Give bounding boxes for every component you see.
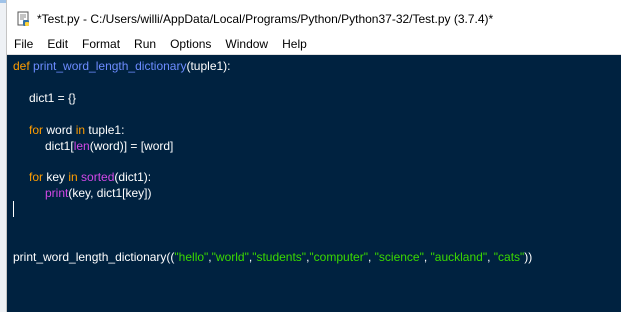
code-text: , <box>423 250 431 264</box>
string-literal: "cats" <box>493 250 525 264</box>
menu-file[interactable]: File <box>7 34 41 54</box>
code-text: key <box>43 170 69 184</box>
code-line-dict-init: dict1 = {} <box>29 90 76 106</box>
menu-window[interactable]: Window <box>219 34 276 54</box>
title-bar[interactable]: *Test.py - C:/Users/willi/AppData/Local/… <box>7 4 621 34</box>
code-text: , <box>367 250 375 264</box>
keyword-for: for <box>29 170 44 184</box>
code-line-for-key: for key in sorted(dict1): <box>29 169 151 185</box>
menu-format[interactable]: Format <box>76 34 128 54</box>
string-literal: "hello" <box>174 250 209 264</box>
builtin-sorted: sorted <box>81 170 115 184</box>
keyword-in: in <box>68 170 78 184</box>
keyword-for: for <box>29 123 44 137</box>
python-idle-icon <box>15 11 31 27</box>
code-text: dict1[ <box>45 139 74 153</box>
code-line-def: def print_word_length_dictionary(tuple1)… <box>13 58 231 74</box>
string-literal: "auckland" <box>430 250 488 264</box>
string-literal: "science" <box>374 250 424 264</box>
code-text: (dict1): <box>114 170 152 184</box>
code-line-print: print(key, dict1[key]) <box>45 185 151 201</box>
code-text: )) <box>524 250 533 264</box>
code-line-call: print_word_length_dictionary(("hello", "w… <box>13 249 532 265</box>
builtin-len: len <box>73 139 90 153</box>
window-title: *Test.py - C:/Users/willi/AppData/Local/… <box>37 12 494 26</box>
keyword-in: in <box>75 123 86 137</box>
code-text: word <box>43 123 76 137</box>
menu-options[interactable]: Options <box>164 34 219 54</box>
menu-run[interactable]: Run <box>128 34 164 54</box>
code-text: , <box>487 250 494 264</box>
keyword-def: def <box>13 59 30 73</box>
code-editor[interactable]: def print_word_length_dictionary(tuple1)… <box>7 55 621 312</box>
menu-edit[interactable]: Edit <box>41 34 76 54</box>
menu-bar: File Edit Format Run Options Window Help <box>7 34 621 55</box>
code-text: (word)] = [word] <box>89 139 174 153</box>
builtin-print: print <box>45 186 69 200</box>
function-name: print_word_length_dictionary <box>33 59 187 73</box>
code-line-dict-assign: dict1[len(word)] = [word] <box>45 138 173 154</box>
string-literal: "computer" <box>309 250 368 264</box>
code-text: (key, dict1[key]) <box>68 186 152 200</box>
code-text: print_word_length_dictionary(( <box>13 250 175 264</box>
code-text: tuple1: <box>85 123 125 137</box>
idle-editor-window: *Test.py - C:/Users/willi/AppData/Local/… <box>6 0 621 312</box>
code-line-for-word: for word in tuple1: <box>29 122 124 138</box>
menu-help[interactable]: Help <box>276 34 315 54</box>
string-literal: "world" <box>211 250 249 264</box>
text-cursor <box>13 201 14 217</box>
code-text: (tuple1): <box>186 59 231 73</box>
string-literal: "students" <box>252 250 307 264</box>
code-text: dict1 = {} <box>29 91 77 105</box>
